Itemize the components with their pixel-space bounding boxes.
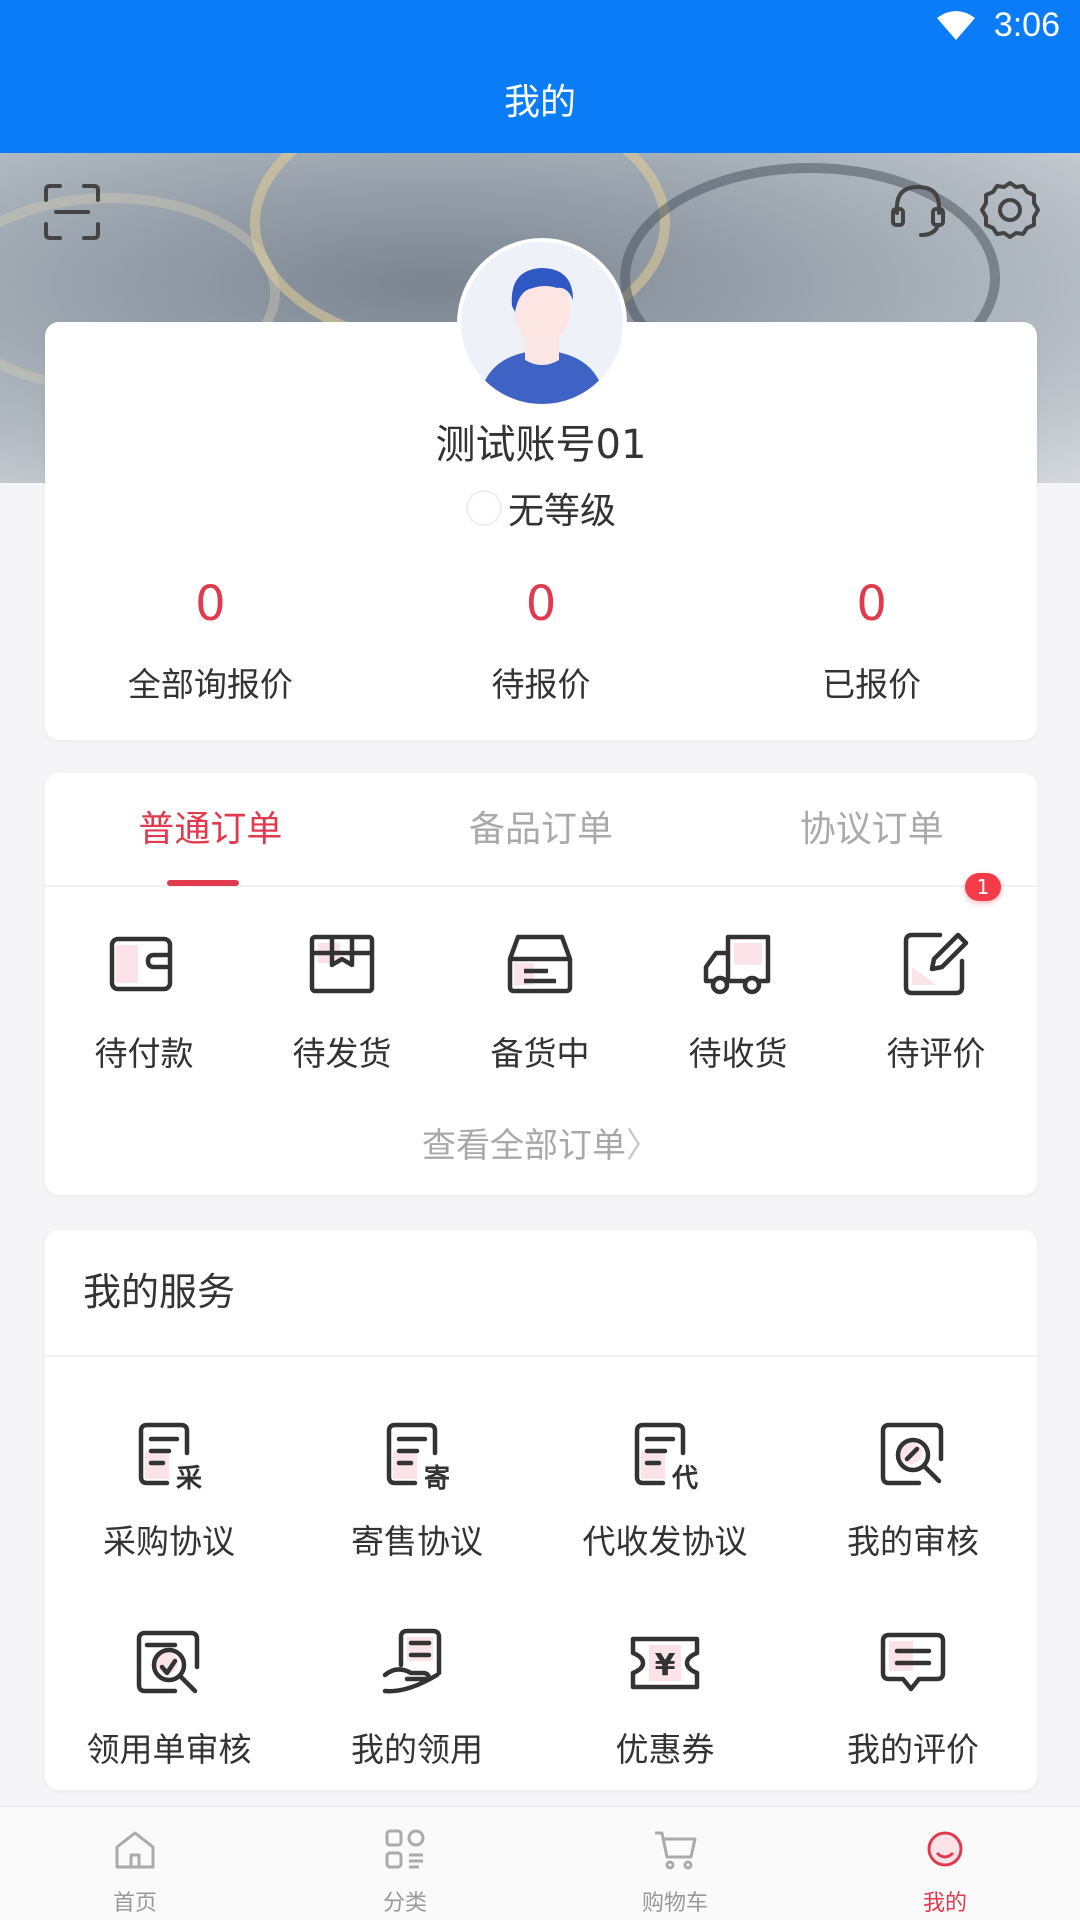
cart-icon: [655, 1831, 697, 1870]
stat-all-quotes[interactable]: 0 全部询报价: [45, 572, 376, 706]
home-icon: [115, 1831, 155, 1869]
services-title: 我的服务: [83, 1270, 236, 1314]
stat-quoted[interactable]: 0 已报价: [706, 572, 1037, 706]
nav-cart[interactable]: 购物车: [540, 1807, 810, 1920]
tab-agreement-orders[interactable]: 协议订单: [706, 773, 1037, 885]
chevron-right-icon: 〉: [626, 1126, 660, 1166]
truck-icon: [703, 934, 771, 995]
divider: [45, 1355, 1037, 1357]
service-purchase-agreement[interactable]: 采 采购协议: [45, 1415, 293, 1623]
stat-label: 待报价: [491, 665, 591, 704]
order-status-label: 待收货: [688, 1034, 788, 1073]
comment-icon: [880, 1632, 946, 1692]
service-coupons[interactable]: ¥ 优惠券: [541, 1623, 789, 1831]
customer-service-icon[interactable]: [884, 176, 952, 244]
order-status-label: 待付款: [94, 1034, 194, 1073]
category-icon: [385, 1829, 425, 1869]
stat-value: 0: [525, 576, 557, 632]
member-level[interactable]: 无等级: [45, 482, 1037, 534]
nav-label: 我的: [922, 1891, 967, 1916]
service-label: 代收发协议: [582, 1522, 748, 1561]
consignment-agreement-icon: 寄: [386, 1422, 450, 1494]
nav-profile[interactable]: 我的: [810, 1807, 1080, 1920]
scan-icon[interactable]: [40, 180, 104, 244]
stat-pending-quotes[interactable]: 0 待报价: [376, 572, 707, 706]
avatar[interactable]: [457, 238, 627, 408]
svg-text:¥: ¥: [655, 1648, 676, 1683]
tab-normal-orders[interactable]: 普通订单: [45, 773, 376, 886]
username: 测试账号01: [435, 422, 647, 468]
nav-label: 购物车: [641, 1891, 708, 1916]
services-grid: 采 采购协议 寄 寄售协议 代 代收发协议 我的审核 领用单审核 我的领用 ¥ …: [45, 1415, 1037, 1831]
box-icon: [507, 934, 573, 994]
order-status-label: 待发货: [292, 1034, 392, 1073]
view-all-orders-link[interactable]: 查看全部订单〉: [45, 1118, 1037, 1167]
orders-card: 普通订单 备品订单 协议订单 待付款 待发货 备货中 待收货 1 待评价 查看全…: [45, 773, 1037, 1195]
package-icon: [309, 934, 375, 994]
order-pending-payment[interactable]: 待付款: [45, 923, 243, 1075]
purchase-agreement-icon: 采: [138, 1422, 202, 1494]
tab-spare-orders[interactable]: 备品订单: [376, 773, 707, 885]
order-preparing[interactable]: 备货中: [441, 923, 639, 1075]
status-bar: 3:06: [0, 0, 1080, 58]
nav-home[interactable]: 首页: [0, 1807, 270, 1920]
view-all-label: 查看全部订单: [422, 1126, 626, 1166]
quote-stats: 0 全部询报价 0 待报价 0 已报价: [45, 572, 1037, 706]
order-status-row: 待付款 待发货 备货中 待收货 1 待评价: [45, 873, 1037, 1075]
service-my-comments[interactable]: 我的评价: [789, 1623, 1037, 1831]
stat-label: 已报价: [822, 665, 922, 704]
nav-category[interactable]: 分类: [270, 1807, 540, 1920]
svg-text:代: 代: [671, 1464, 698, 1494]
service-label: 我的审核: [847, 1522, 979, 1561]
bottom-navigation: 首页 分类 购物车 我的: [0, 1806, 1080, 1920]
service-my-review[interactable]: 我的审核: [789, 1415, 1037, 1623]
review-icon: [880, 1422, 944, 1486]
service-label: 我的评价: [847, 1730, 979, 1769]
wifi-icon: [936, 10, 975, 40]
service-requisition-review[interactable]: 领用单审核: [45, 1623, 293, 1831]
agency-agreement-icon: 代: [634, 1422, 698, 1494]
edit-icon: [903, 932, 969, 996]
stat-label: 全部询报价: [127, 665, 293, 704]
stat-value: 0: [856, 576, 887, 632]
order-status-label: 备货中: [490, 1034, 590, 1073]
requisition-icon: [382, 1628, 442, 1694]
profile-icon: [927, 1831, 963, 1867]
order-pending-receipt[interactable]: 待收货: [639, 923, 837, 1075]
service-label: 寄售协议: [351, 1522, 483, 1561]
order-tabs: 普通订单 备品订单 协议订单: [45, 773, 1037, 887]
screen: 3:06 我的 测试账号01 无等级 0 全部询报价 0 待报价 0 已报价 普…: [0, 0, 1080, 1920]
order-status-label: 待评价: [886, 1034, 986, 1073]
coupon-icon: ¥: [630, 1636, 700, 1690]
clock: 3:06: [993, 6, 1060, 44]
review-count-badge: 1: [965, 873, 1001, 901]
nav-label: 首页: [112, 1891, 157, 1916]
order-pending-review[interactable]: 1 待评价: [837, 873, 1035, 1075]
service-agency-agreement[interactable]: 代 代收发协议: [541, 1415, 789, 1623]
service-my-requisition[interactable]: 我的领用: [293, 1623, 541, 1831]
service-label: 优惠券: [615, 1730, 715, 1769]
level-badge-icon: [465, 490, 502, 526]
settings-icon[interactable]: [976, 176, 1044, 244]
service-label: 我的领用: [351, 1730, 483, 1769]
service-label: 领用单审核: [86, 1730, 252, 1769]
requisition-review-icon: [136, 1630, 200, 1694]
wallet-icon: [109, 936, 173, 992]
service-consignment-agreement[interactable]: 寄 寄售协议: [293, 1415, 541, 1623]
svg-text:采: 采: [176, 1464, 202, 1494]
service-label: 采购协议: [103, 1522, 235, 1561]
level-label: 无等级: [507, 491, 616, 532]
page-title: 我的: [0, 58, 1080, 153]
order-pending-shipment[interactable]: 待发货: [243, 923, 441, 1075]
svg-text:寄: 寄: [424, 1463, 450, 1494]
stat-value: 0: [195, 576, 226, 632]
nav-label: 分类: [382, 1891, 427, 1916]
services-card: 我的服务 采 采购协议 寄 寄售协议 代 代收发协议 我的审核 领用单审核 我的…: [45, 1230, 1037, 1790]
